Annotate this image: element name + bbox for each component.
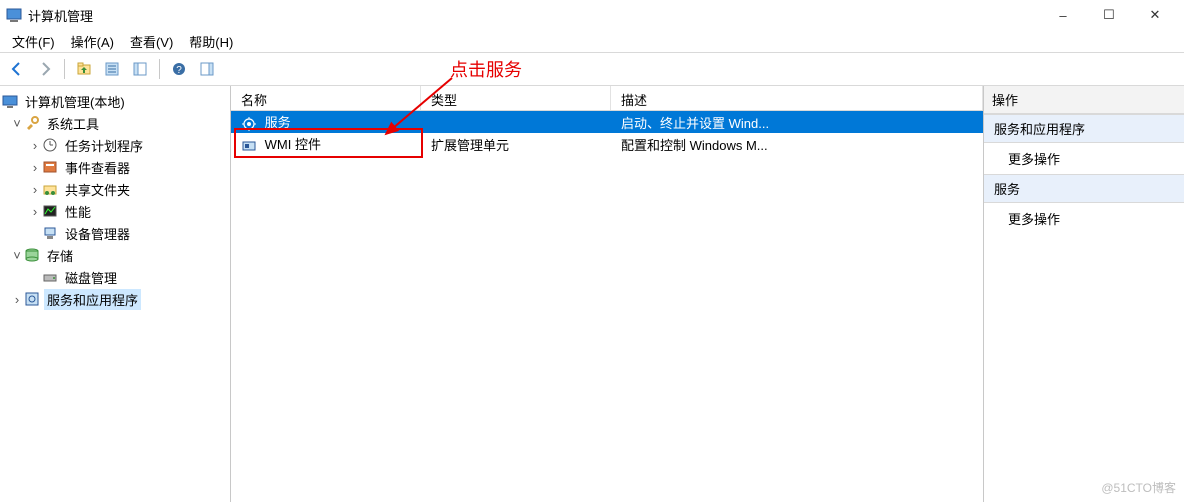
expand-icon[interactable]: › xyxy=(28,204,42,219)
tree-disk-management[interactable]: 磁盘管理 xyxy=(0,266,230,288)
disk-icon xyxy=(42,269,58,285)
minimize-button[interactable]: – xyxy=(1040,0,1086,30)
expand-icon[interactable]: › xyxy=(10,292,24,307)
services-apps-icon xyxy=(24,291,40,307)
row-name: WMI 控件 xyxy=(265,137,321,152)
forward-button[interactable] xyxy=(32,56,58,82)
row-type: 扩展管理单元 xyxy=(421,133,611,156)
list-rows: 服务 启动、终止并设置 Wind... WMI 控件 扩展管理单元 配置和控制 … xyxy=(231,111,983,502)
tree-system-tools[interactable]: ˅ 系统工具 xyxy=(0,112,230,134)
content-area: 计算机管理(本地) ˅ 系统工具 › 任务计划程序 › 事件查看器 › 共享文件… xyxy=(0,86,1184,502)
expand-icon[interactable]: › xyxy=(28,160,42,175)
tree-services-apps[interactable]: › 服务和应用程序 xyxy=(0,288,230,310)
up-button[interactable] xyxy=(71,56,97,82)
expand-icon[interactable]: › xyxy=(28,138,42,153)
menu-help[interactable]: 帮助(H) xyxy=(181,30,241,53)
collapse-icon[interactable]: ˅ xyxy=(10,116,24,131)
tree-root[interactable]: 计算机管理(本地) xyxy=(0,90,230,112)
list-pane: 名称 类型 描述 服务 启动、终止并设置 Wind... WMI 控件 xyxy=(231,86,984,502)
event-icon xyxy=(42,159,58,175)
clock-icon xyxy=(42,137,58,153)
menubar: 文件(F) 操作(A) 查看(V) 帮助(H) xyxy=(0,30,1184,53)
row-wmi[interactable]: WMI 控件 扩展管理单元 配置和控制 Windows M... xyxy=(231,133,983,155)
row-name: 服务 xyxy=(265,115,291,130)
row-desc: 配置和控制 Windows M... xyxy=(611,133,983,156)
properties-button[interactable] xyxy=(99,56,125,82)
app-icon xyxy=(6,7,22,23)
menu-view[interactable]: 查看(V) xyxy=(122,30,181,53)
titlebar: 计算机管理 – ☐ ✕ xyxy=(0,0,1184,30)
actions-group-services: 服务 xyxy=(984,174,1184,203)
tree-device-manager[interactable]: 设备管理器 xyxy=(0,222,230,244)
actions-header: 操作 xyxy=(984,86,1184,114)
device-icon xyxy=(42,225,58,241)
actions-more-2[interactable]: 更多操作 xyxy=(984,203,1184,234)
tree-storage[interactable]: ˅ 存储 xyxy=(0,244,230,266)
computer-icon xyxy=(2,93,18,109)
menu-file[interactable]: 文件(F) xyxy=(4,30,63,53)
tree-event-viewer[interactable]: › 事件查看器 xyxy=(0,156,230,178)
close-button[interactable]: ✕ xyxy=(1132,0,1178,30)
col-name[interactable]: 名称 xyxy=(231,86,421,110)
tools-icon xyxy=(24,115,40,131)
menu-action[interactable]: 操作(A) xyxy=(63,30,122,53)
col-desc[interactable]: 描述 xyxy=(611,86,983,110)
wmi-icon xyxy=(241,138,257,154)
col-type[interactable]: 类型 xyxy=(421,86,611,110)
row-services[interactable]: 服务 启动、终止并设置 Wind... xyxy=(231,111,983,133)
row-desc: 启动、终止并设置 Wind... xyxy=(611,111,983,134)
computer-management-window: 计算机管理 – ☐ ✕ 文件(F) 操作(A) 查看(V) 帮助(H) ? xyxy=(0,0,1184,502)
svg-text:?: ? xyxy=(176,65,182,76)
actions-group-services-apps: 服务和应用程序 xyxy=(984,114,1184,143)
back-button[interactable] xyxy=(4,56,30,82)
gear-icon xyxy=(241,116,257,132)
window-title: 计算机管理 xyxy=(28,6,93,25)
tree-performance[interactable]: › 性能 xyxy=(0,200,230,222)
show-hide-button[interactable] xyxy=(127,56,153,82)
expand-icon[interactable]: › xyxy=(28,182,42,197)
tree-shared-folders[interactable]: › 共享文件夹 xyxy=(0,178,230,200)
watermark: @51CTO博客 xyxy=(1101,479,1176,496)
storage-icon xyxy=(24,247,40,263)
perf-icon xyxy=(42,203,58,219)
actions-more-1[interactable]: 更多操作 xyxy=(984,143,1184,174)
actions-pane: 操作 服务和应用程序 更多操作 服务 更多操作 xyxy=(984,86,1184,502)
nav-tree[interactable]: 计算机管理(本地) ˅ 系统工具 › 任务计划程序 › 事件查看器 › 共享文件… xyxy=(0,86,231,502)
shared-icon xyxy=(42,181,58,197)
column-headers: 名称 类型 描述 xyxy=(231,86,983,111)
collapse-icon[interactable]: ˅ xyxy=(10,248,24,263)
maximize-button[interactable]: ☐ xyxy=(1086,0,1132,30)
toolbar: ? xyxy=(0,53,1184,86)
help-button[interactable]: ? xyxy=(166,56,192,82)
tree-task-scheduler[interactable]: › 任务计划程序 xyxy=(0,134,230,156)
row-type xyxy=(421,120,611,124)
action-pane-toggle-button[interactable] xyxy=(194,56,220,82)
